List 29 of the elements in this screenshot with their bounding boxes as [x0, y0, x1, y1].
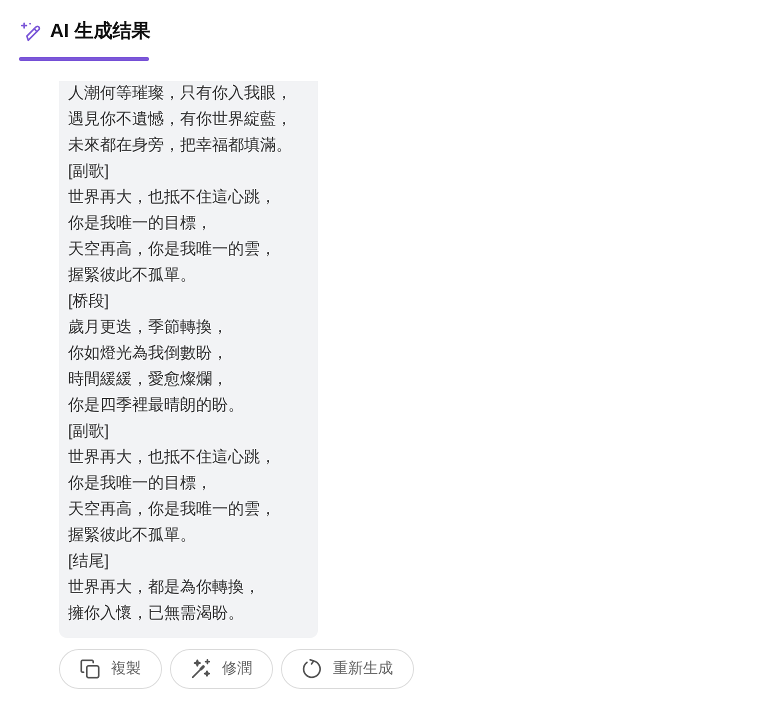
copy-button[interactable]: 複製 [59, 649, 162, 689]
lyric-line: 你如燈光為我倒數盼， [68, 344, 228, 364]
lyric-line: 遇見你不遺憾，有你世界綻藍， [68, 110, 292, 130]
lyric-line: [副歌] [68, 162, 109, 182]
lyric-line: [桥段] [68, 292, 109, 312]
lyric-line: 世界再大，也抵不住這心跳， [68, 448, 276, 468]
refresh-icon [301, 658, 323, 680]
lyric-line: 未來都在身旁，把幸福都填滿。 [68, 136, 292, 156]
lyric-line: 世界再大，也抵不住這心跳， [68, 188, 276, 208]
lyric-line: 你是四季裡最晴朗的盼。 [68, 396, 244, 416]
sparkle-pen-icon [20, 21, 42, 43]
lyric-line: 天空再高，你是我唯一的雲， [68, 240, 276, 260]
lyric-line: 擁你入懷，已無需渴盼。 [68, 604, 244, 624]
lyric-line: 握緊彼此不孤單。 [68, 266, 196, 286]
lyric-line: 握緊彼此不孤單。 [68, 526, 196, 546]
lyric-line: 你是我唯一的目標， [68, 474, 212, 494]
lyric-line: 歲月更迭，季節轉換， [68, 318, 228, 338]
magic-wand-icon [190, 658, 212, 680]
lyric-line: [结尾] [68, 552, 109, 572]
lyric-line: 人潮何等璀璨，只有你入我眼， [68, 84, 292, 104]
regenerate-button[interactable]: 重新生成 [281, 649, 414, 689]
copy-icon [79, 658, 101, 680]
lyric-line: 你是我唯一的目標， [68, 214, 212, 234]
result-tab[interactable]: AI 生成结果 [19, 17, 157, 61]
lyric-line: 天空再高，你是我唯一的雲， [68, 500, 276, 520]
lyric-line: 時間緩緩，愛愈燦爛， [68, 370, 228, 390]
lyric-line: [副歌] [68, 422, 109, 442]
lyric-line: 世界再大，都是為你轉換， [68, 578, 260, 598]
polish-button[interactable]: 修潤 [170, 649, 273, 689]
